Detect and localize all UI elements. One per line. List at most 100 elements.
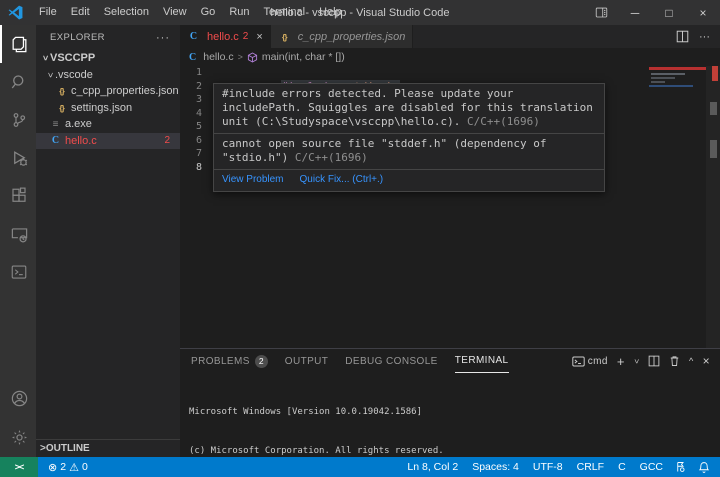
tab-debug-console[interactable]: DEBUG CONSOLE bbox=[345, 349, 437, 373]
remote-indicator[interactable]: >< bbox=[0, 457, 38, 477]
account-icon[interactable] bbox=[0, 379, 36, 417]
tab-output[interactable]: OUTPUT bbox=[285, 349, 329, 373]
root-folder-label: VSCCPP bbox=[50, 52, 96, 65]
hover-message-2: cannot open source file "stddef.h" (depe… bbox=[214, 133, 604, 169]
tree-file-hello-c[interactable]: C hello.c 2 bbox=[36, 132, 180, 149]
cursor-position[interactable]: Ln 8, Col 2 bbox=[400, 461, 465, 473]
file-label: hello.c bbox=[65, 134, 97, 147]
close-panel-icon[interactable]: × bbox=[703, 354, 710, 368]
vscode-logo-icon bbox=[8, 5, 23, 20]
binary-file-icon: ≡ bbox=[52, 118, 59, 130]
quick-fix-link[interactable]: Quick Fix... (Ctrl+.) bbox=[300, 173, 384, 187]
title-bar: File Edit Selection View Go Run Terminal… bbox=[0, 0, 720, 25]
language-mode[interactable]: C bbox=[611, 461, 633, 473]
terminal-line: Microsoft Windows [Version 10.0.19042.15… bbox=[189, 407, 422, 417]
workbench: EXPLORER ··· > VSCCPP > .vscode {} c_cpp… bbox=[0, 25, 720, 457]
terminal-dropdown-icon[interactable]: > bbox=[632, 358, 641, 363]
tab-c-cpp-properties[interactable]: {} c_cpp_properties.json bbox=[270, 25, 414, 48]
menu-file[interactable]: File bbox=[32, 0, 64, 25]
bottom-panel: PROBLEMS 2 OUTPUT DEBUG CONSOLE TERMINAL… bbox=[180, 348, 720, 457]
menu-selection[interactable]: Selection bbox=[97, 0, 156, 25]
chevron-down-icon: > bbox=[40, 55, 51, 61]
maximize-panel-icon[interactable]: ^ bbox=[689, 356, 694, 366]
minimap-line bbox=[651, 81, 665, 83]
feedback-icon[interactable] bbox=[674, 461, 686, 473]
tab-bar-empty-space bbox=[413, 25, 666, 48]
remote-explorer-icon[interactable] bbox=[0, 215, 36, 253]
ruler-decoration bbox=[710, 140, 717, 158]
split-terminal-icon[interactable] bbox=[648, 355, 660, 367]
close-window-button[interactable]: × bbox=[686, 0, 720, 25]
tab-hello-c[interactable]: C hello.c 2 × bbox=[180, 25, 271, 48]
problems-badge: 2 bbox=[254, 354, 268, 368]
activity-bar bbox=[0, 25, 36, 457]
remote-targets-icon[interactable] bbox=[0, 253, 36, 291]
code-editor[interactable]: 1 2 3 4 5 6 7 8 #include <stdio.h> #incl… bbox=[180, 66, 720, 348]
run-debug-icon[interactable] bbox=[0, 139, 36, 177]
breadcrumb-symbol[interactable]: main(int, char * []) bbox=[262, 51, 345, 63]
minimap-line bbox=[651, 77, 675, 79]
hover-message-1: #include errors detected. Please update … bbox=[222, 87, 593, 128]
tree-file-a-exe[interactable]: ≡ a.exe bbox=[36, 116, 180, 133]
eol-sequence[interactable]: CRLF bbox=[570, 461, 611, 473]
extensions-icon[interactable] bbox=[0, 177, 36, 215]
source-control-icon[interactable] bbox=[0, 101, 36, 139]
split-editor-icon[interactable] bbox=[676, 30, 689, 43]
minimize-button[interactable]: ─ bbox=[618, 0, 652, 25]
menu-edit[interactable]: Edit bbox=[64, 0, 97, 25]
chevron-down-icon: > bbox=[45, 72, 56, 78]
scrollbar[interactable] bbox=[706, 66, 720, 348]
explorer-icon[interactable] bbox=[0, 25, 36, 63]
breadcrumb-file[interactable]: hello.c bbox=[203, 51, 233, 63]
panel-tab-bar: PROBLEMS 2 OUTPUT DEBUG CONSOLE TERMINAL… bbox=[180, 349, 720, 373]
tab-problems[interactable]: PROBLEMS 2 bbox=[191, 349, 268, 373]
chevron-right-icon: > bbox=[237, 52, 243, 62]
editor-more-actions-icon[interactable]: ··· bbox=[699, 31, 710, 43]
diagnostic-source: C/C++(1696) bbox=[294, 151, 368, 164]
error-icon: ⊗ bbox=[48, 461, 58, 474]
minimap-line bbox=[651, 73, 685, 75]
menu-view[interactable]: View bbox=[156, 0, 194, 25]
menu-terminal[interactable]: Terminal bbox=[257, 0, 313, 25]
close-tab-icon[interactable]: × bbox=[256, 31, 262, 43]
indentation[interactable]: Spaces: 4 bbox=[465, 461, 526, 473]
explorer-more-actions-icon[interactable]: ··· bbox=[156, 32, 170, 44]
menu-run[interactable]: Run bbox=[222, 0, 256, 25]
tree-file-settings[interactable]: {} settings.json bbox=[36, 100, 180, 117]
menu-go[interactable]: Go bbox=[194, 0, 223, 25]
settings-gear-icon[interactable] bbox=[0, 417, 36, 457]
kill-terminal-icon[interactable] bbox=[669, 355, 680, 367]
c-file-icon: C bbox=[51, 135, 60, 147]
json-file-icon: {} bbox=[59, 86, 65, 97]
new-terminal-icon[interactable]: + bbox=[617, 354, 625, 369]
error-count: 2 bbox=[60, 461, 67, 473]
file-label: settings.json bbox=[71, 101, 133, 114]
c-file-icon: C bbox=[189, 51, 197, 63]
warning-icon: ⚠ bbox=[69, 461, 79, 474]
breadcrumb: C hello.c > main(int, char * []) bbox=[180, 48, 720, 66]
view-problem-link[interactable]: View Problem bbox=[222, 173, 284, 187]
compiler-config[interactable]: GCC bbox=[633, 461, 670, 473]
cmd-shell-icon: cmd bbox=[572, 356, 608, 367]
outline-label: OUTLINE bbox=[45, 443, 90, 454]
explorer-header-label: EXPLORER bbox=[50, 32, 105, 43]
maximize-button[interactable]: □ bbox=[652, 0, 686, 25]
line-number-gutter: 1 2 3 4 5 6 7 8 bbox=[195, 67, 202, 173]
folder-label: .vscode bbox=[55, 68, 93, 81]
tab-terminal[interactable]: TERMINAL bbox=[454, 349, 509, 373]
symbol-method-icon bbox=[247, 52, 257, 62]
tree-root-vsccpp[interactable]: > VSCCPP bbox=[36, 50, 180, 67]
editor-group: C hello.c 2 × {} c_cpp_properties.json ·… bbox=[180, 25, 720, 348]
notifications-bell-icon[interactable] bbox=[698, 461, 710, 474]
menu-help[interactable]: Help bbox=[312, 0, 349, 25]
tree-folder-vscode[interactable]: > .vscode bbox=[36, 67, 180, 84]
outline-section-header[interactable]: > OUTLINE bbox=[36, 439, 180, 457]
customize-layout-icon[interactable] bbox=[584, 0, 618, 25]
minimap[interactable] bbox=[649, 66, 706, 348]
status-bar: >< ⊗ 2 ⚠ 0 Ln 8, Col 2 Spaces: 4 UTF-8 C… bbox=[0, 457, 720, 477]
file-label: a.exe bbox=[65, 118, 92, 131]
tree-file-c-cpp-properties[interactable]: {} c_cpp_properties.json bbox=[36, 83, 180, 100]
search-icon[interactable] bbox=[0, 63, 36, 101]
encoding[interactable]: UTF-8 bbox=[526, 461, 570, 473]
problems-status[interactable]: ⊗ 2 ⚠ 0 bbox=[38, 461, 88, 474]
